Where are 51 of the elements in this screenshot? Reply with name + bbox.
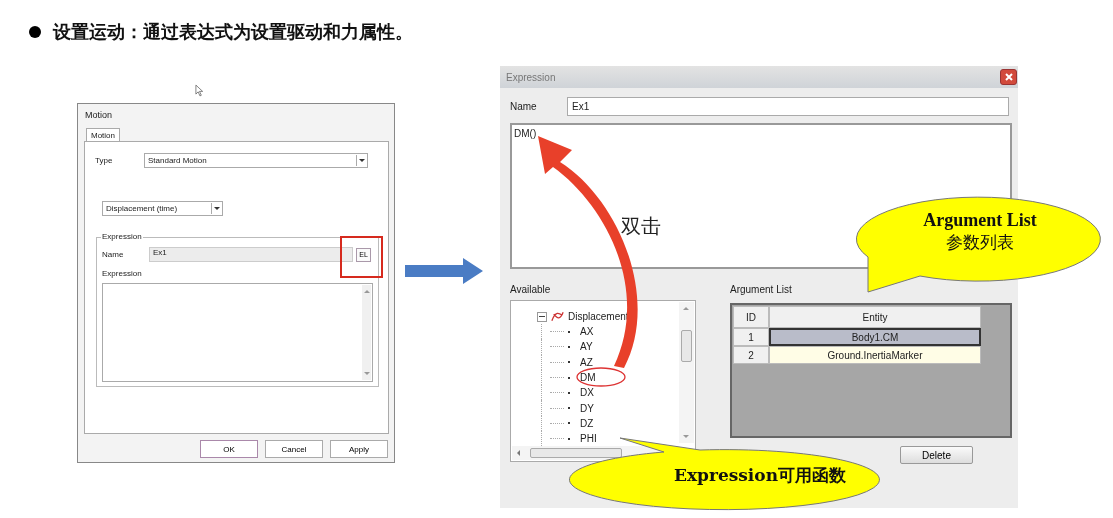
group-title: Expression	[101, 232, 143, 241]
tree-item[interactable]: AX	[580, 326, 594, 338]
row-header: 2	[733, 346, 769, 364]
callout-text: Expression可用函数	[672, 464, 848, 487]
tree-item[interactable]: DX	[580, 387, 594, 399]
tree-item[interactable]: Displacement	[568, 311, 629, 322]
highlight-ellipse	[576, 367, 626, 387]
caret-icon	[356, 155, 367, 166]
name-field[interactable]: Ex1	[567, 97, 1009, 116]
right-arrow-icon	[405, 258, 483, 284]
field-label: Name	[102, 250, 125, 259]
function-icon	[550, 310, 565, 323]
close-button[interactable]	[1000, 69, 1017, 85]
row-header: 1	[733, 328, 769, 346]
scrollbar[interactable]	[362, 285, 371, 380]
tree-item[interactable]: DM	[580, 372, 596, 384]
field-label: Expression	[102, 269, 143, 278]
table-cell[interactable]: Ground.InertiaMarker	[769, 346, 981, 364]
dialog-title: Motion	[85, 110, 112, 120]
expression-field[interactable]	[102, 283, 373, 382]
field-label: Name	[510, 101, 538, 112]
column-header: ID	[733, 306, 769, 328]
slide-heading: 设置运动：通过表达式为设置驱动和力属性。	[53, 20, 413, 44]
callout-subtitle: 参数列表	[946, 232, 1014, 254]
tree-item[interactable]: DZ	[580, 417, 594, 429]
tree-item[interactable]: PHI	[580, 433, 597, 445]
scrollbar[interactable]	[679, 302, 694, 443]
tab[interactable]: Motion	[86, 128, 120, 142]
ok-button[interactable]: OK	[200, 440, 258, 458]
table-cell[interactable]: Body1.CM	[769, 328, 981, 346]
field-label: Type	[95, 156, 114, 165]
tree-item[interactable]: DY	[580, 402, 594, 414]
tree-item[interactable]: AZ	[580, 356, 593, 368]
highlight-frame	[340, 236, 383, 278]
collapse-toggle-icon[interactable]	[537, 311, 547, 322]
apply-button[interactable]: Apply	[330, 440, 388, 458]
delete-button[interactable]: Delete	[900, 446, 973, 464]
annotation-text: 双击	[621, 213, 661, 240]
close-icon	[1003, 72, 1014, 82]
section-label: Available	[510, 284, 552, 295]
cursor-icon	[195, 84, 204, 97]
name-field[interactable]: Ex1	[149, 247, 353, 262]
caret-icon	[211, 203, 222, 214]
cancel-button[interactable]: Cancel	[265, 440, 323, 458]
dialog-title: Expression	[506, 71, 556, 83]
type-dropdown[interactable]: Standard Motion	[144, 153, 368, 168]
section-label: Argument List	[730, 284, 793, 295]
column-header: Entity	[769, 306, 981, 328]
mode-dropdown[interactable]: Displacement (time)	[102, 201, 223, 216]
tree-item[interactable]: AY	[580, 341, 593, 353]
bullet-icon	[29, 26, 41, 38]
